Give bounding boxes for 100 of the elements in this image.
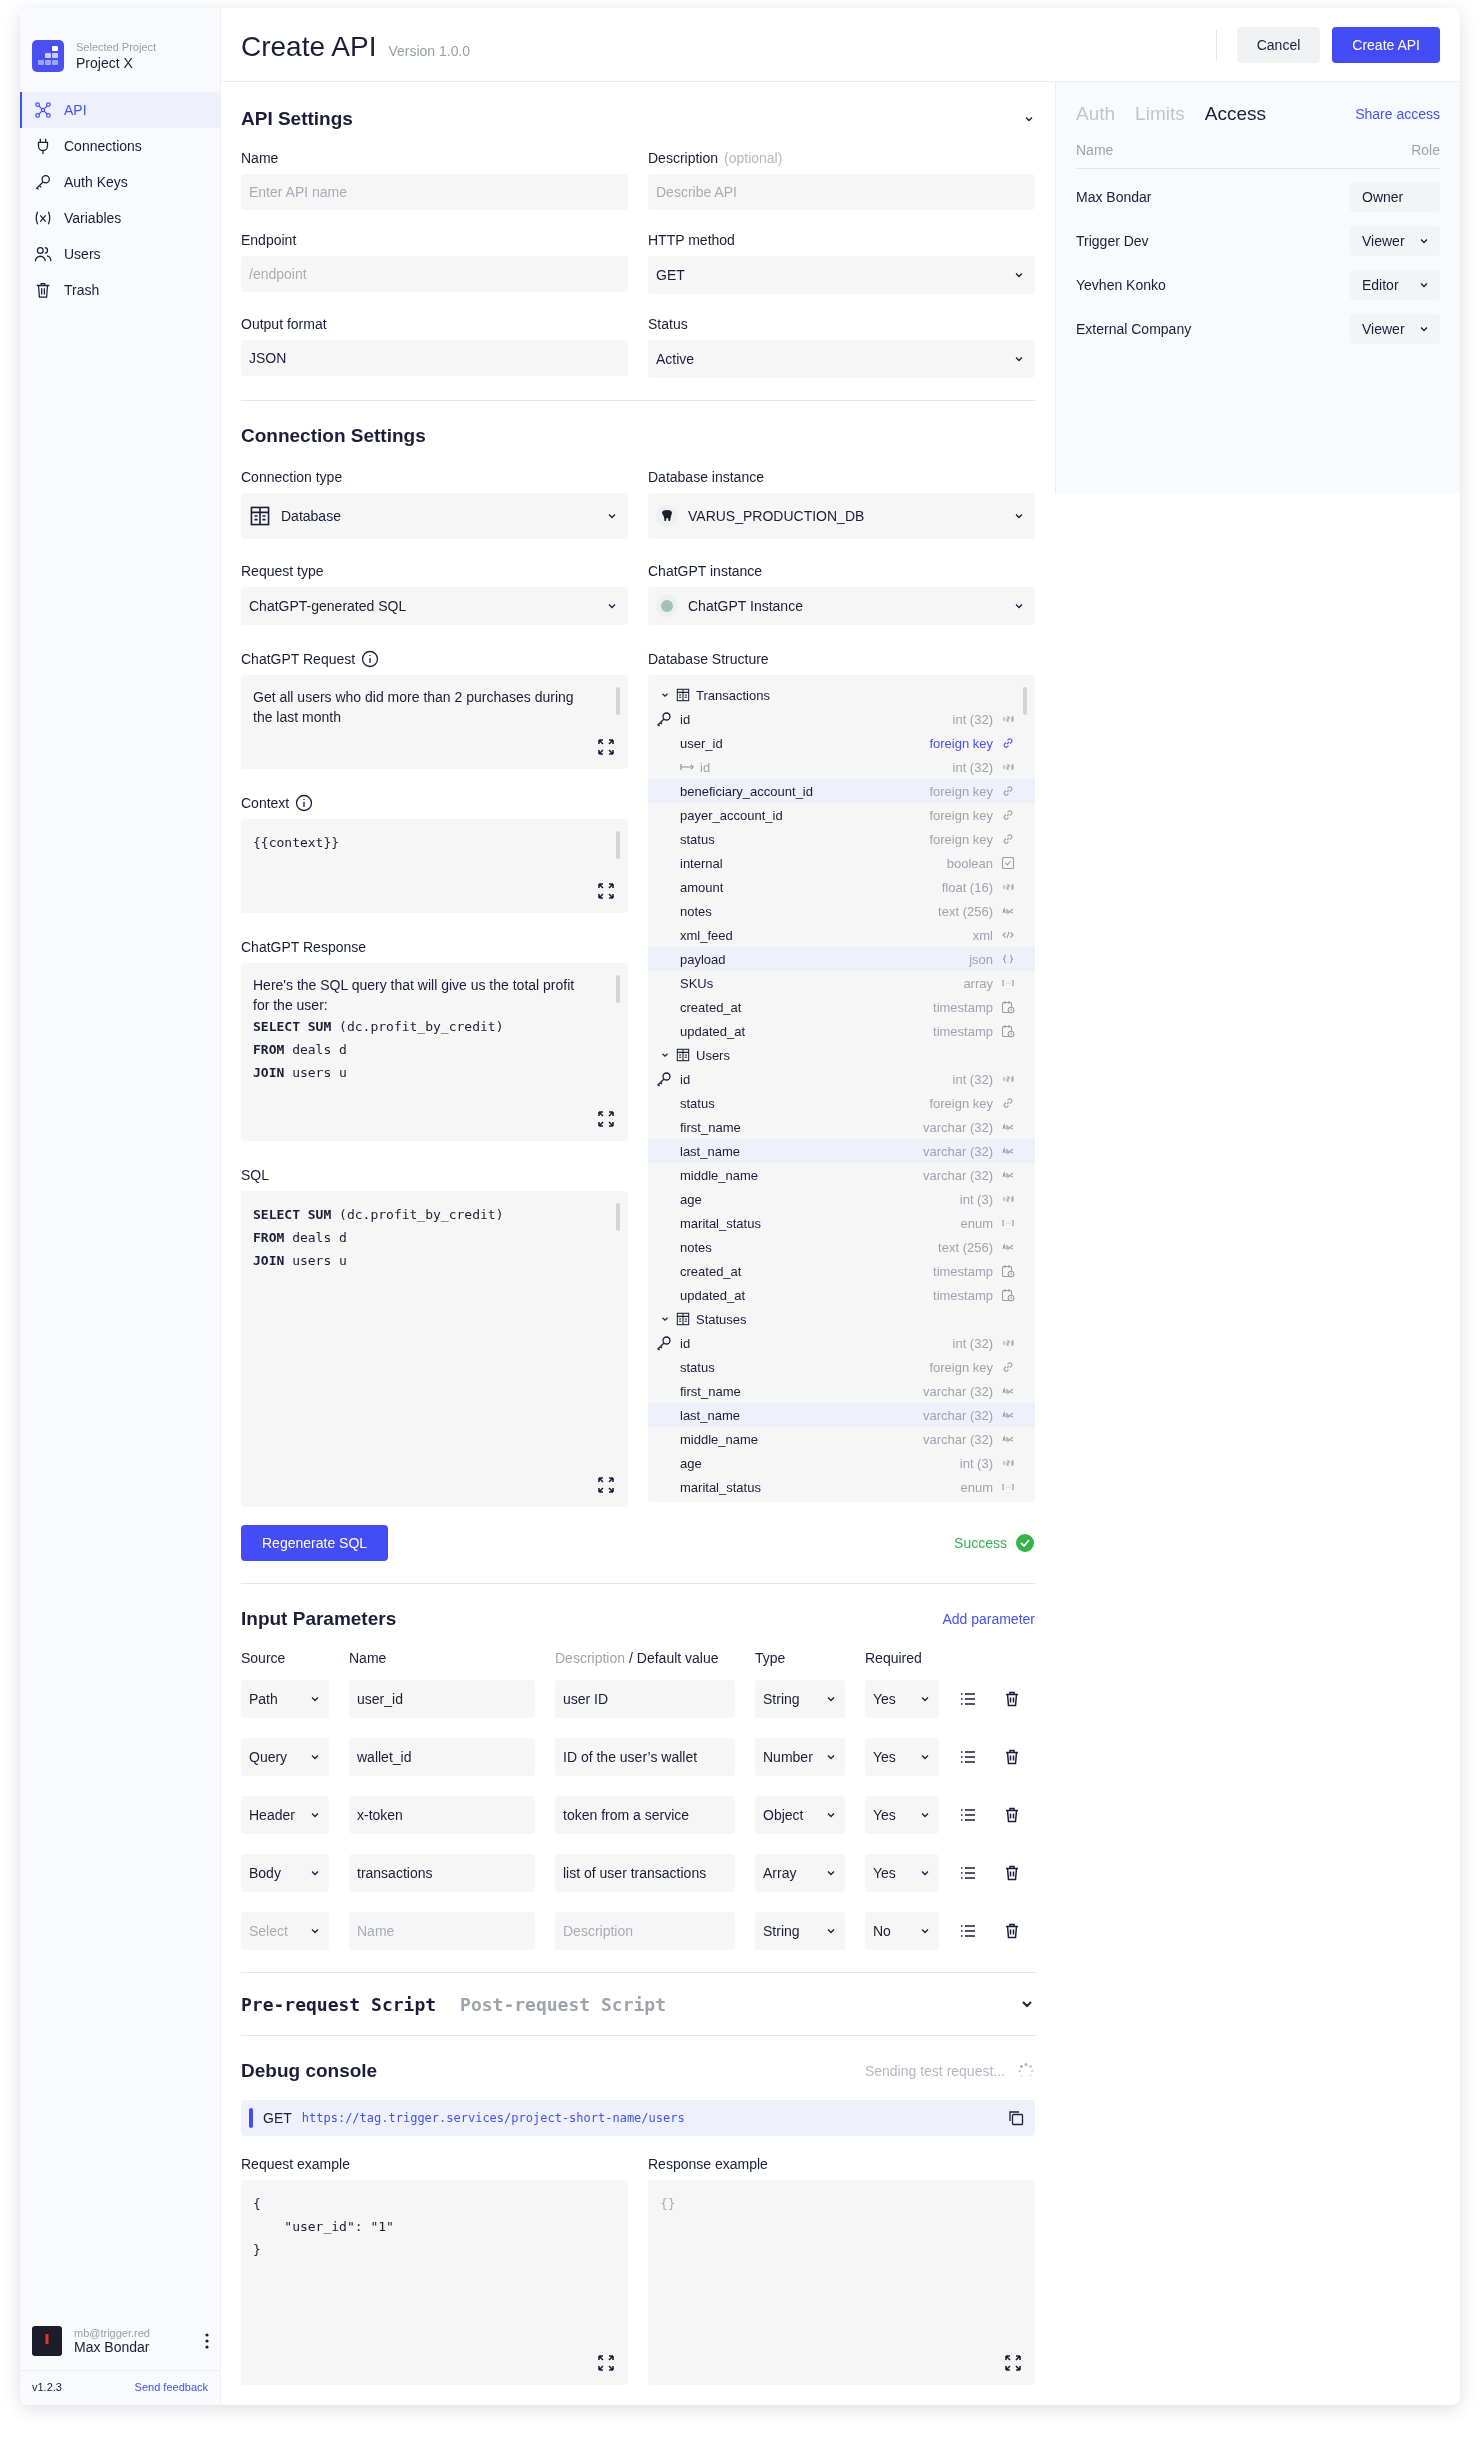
- name-field[interactable]: x-token: [349, 1796, 535, 1834]
- sidebar-item[interactable]: Connections: [20, 128, 220, 164]
- type-select[interactable]: String: [755, 1680, 845, 1718]
- feedback-link[interactable]: Send feedback: [134, 2381, 208, 2393]
- type-select[interactable]: Object: [755, 1796, 845, 1834]
- column-row[interactable]: created_at timestamp: [648, 995, 1035, 1019]
- table-node[interactable]: Transactions: [648, 683, 1035, 707]
- sidebar-item[interactable]: Variables: [20, 200, 220, 236]
- column-row[interactable]: payer_account_id foreign key: [648, 803, 1035, 827]
- column-row[interactable]: created_at timestamp: [648, 1259, 1035, 1283]
- source-select[interactable]: Path: [241, 1680, 329, 1718]
- select-field[interactable]: Database: [241, 493, 628, 539]
- create-button[interactable]: Create API: [1332, 26, 1440, 63]
- list-icon[interactable]: [959, 1922, 977, 1940]
- text-field[interactable]: Describe API: [648, 174, 1035, 210]
- required-select[interactable]: Yes: [865, 1796, 939, 1834]
- text-field[interactable]: Enter API name: [241, 174, 628, 210]
- required-select[interactable]: Yes: [865, 1738, 939, 1776]
- source-select[interactable]: Header: [241, 1796, 329, 1834]
- column-row[interactable]: notes text (256): [648, 899, 1035, 923]
- select-field[interactable]: ChatGPT Instance: [648, 587, 1035, 625]
- more-icon[interactable]: [204, 2332, 210, 2350]
- code-editor[interactable]: SELECT SUM (dc.profit_by_credit) FROM deals d JOIN users u: [241, 1191, 628, 1507]
- column-row[interactable]: marital_status enum: [648, 1211, 1035, 1235]
- column-row[interactable]: marital_status enum: [648, 1475, 1035, 1499]
- share-access-link[interactable]: Share access: [1355, 106, 1440, 122]
- cancel-button[interactable]: Cancel: [1236, 26, 1321, 63]
- name-field[interactable]: Name: [349, 1912, 535, 1950]
- type-select[interactable]: Array: [755, 1854, 845, 1892]
- copy-icon[interactable]: [1007, 2109, 1025, 2127]
- panel-tab[interactable]: Access: [1204, 103, 1266, 125]
- text-field[interactable]: /endpoint: [241, 256, 628, 292]
- column-row[interactable]: id int (32): [648, 1331, 1035, 1355]
- list-icon[interactable]: [959, 1690, 977, 1708]
- column-row[interactable]: user_id foreign key: [648, 731, 1035, 755]
- column-row[interactable]: beneficiary_account_id foreign key: [648, 779, 1035, 803]
- column-row[interactable]: status foreign key: [648, 1355, 1035, 1379]
- sidebar-item[interactable]: Auth Keys: [20, 164, 220, 200]
- trash-icon[interactable]: [1003, 1690, 1021, 1708]
- source-select[interactable]: Query: [241, 1738, 329, 1776]
- list-icon[interactable]: [959, 1806, 977, 1824]
- column-row[interactable]: status foreign key: [648, 827, 1035, 851]
- text-field[interactable]: JSON: [241, 340, 628, 376]
- column-row[interactable]: middle_name varchar (32): [648, 1163, 1035, 1187]
- column-row[interactable]: middle_name varchar (32): [648, 1427, 1035, 1451]
- expand-icon[interactable]: [596, 737, 616, 757]
- role-select[interactable]: Editor: [1350, 270, 1440, 300]
- code-editor[interactable]: {{context}}: [241, 819, 628, 913]
- column-row[interactable]: age int (3): [648, 1451, 1035, 1475]
- type-select[interactable]: String: [755, 1912, 845, 1950]
- script-tab[interactable]: Pre-request Script: [241, 1993, 437, 2015]
- column-row[interactable]: status foreign key: [648, 1091, 1035, 1115]
- info-icon[interactable]: [361, 650, 380, 668]
- column-row[interactable]: payload json: [648, 947, 1035, 971]
- column-row[interactable]: last_name varchar (32): [648, 1139, 1035, 1163]
- column-row[interactable]: updated_at timestamp: [648, 1283, 1035, 1307]
- role-select[interactable]: Viewer: [1350, 226, 1440, 256]
- select-field[interactable]: Active: [648, 340, 1035, 378]
- description-field[interactable]: token from a service: [555, 1796, 735, 1834]
- column-row[interactable]: id int (32): [648, 707, 1035, 731]
- required-select[interactable]: Yes: [865, 1854, 939, 1892]
- role-select[interactable]: Viewer: [1350, 314, 1440, 344]
- column-row[interactable]: id int (32): [648, 1067, 1035, 1091]
- info-icon[interactable]: [295, 794, 314, 812]
- type-select[interactable]: Number: [755, 1738, 845, 1776]
- trash-icon[interactable]: [1003, 1922, 1021, 1940]
- code-editor[interactable]: Get all users who did more than 2 purchases during the last month: [241, 675, 628, 769]
- required-select[interactable]: No: [865, 1912, 939, 1950]
- name-field[interactable]: transactions: [349, 1854, 535, 1892]
- column-row[interactable]: first_name varchar (32): [648, 1115, 1035, 1139]
- code-editor[interactable]: Here's the SQL query that will give us the total profit for the user: SELECT SUM (dc.profit_by_credit) FROM deals d JOIN users u: [241, 963, 628, 1141]
- request-url[interactable]: https://tag.trigger.services/project-short-name/users: [301, 2111, 997, 2125]
- expand-icon[interactable]: [596, 881, 616, 901]
- list-icon[interactable]: [959, 1748, 977, 1766]
- list-icon[interactable]: [959, 1864, 977, 1882]
- column-row[interactable]: internal boolean: [648, 851, 1035, 875]
- trash-icon[interactable]: [1003, 1864, 1021, 1882]
- column-row[interactable]: amount float (16): [648, 875, 1035, 899]
- expand-icon[interactable]: [596, 1475, 616, 1495]
- sidebar-item[interactable]: Users: [20, 236, 220, 272]
- expand-icon[interactable]: [1003, 2353, 1023, 2373]
- column-row[interactable]: updated_at timestamp: [648, 1019, 1035, 1043]
- table-node[interactable]: Statuses: [648, 1307, 1035, 1331]
- description-field[interactable]: Description: [555, 1912, 735, 1950]
- name-field[interactable]: user_id: [349, 1680, 535, 1718]
- description-field[interactable]: ID of the user’s wallet: [555, 1738, 735, 1776]
- sidebar-item[interactable]: API: [20, 92, 220, 128]
- select-field[interactable]: VARUS_PRODUCTION_DB: [648, 493, 1035, 539]
- add-parameter-link[interactable]: Add parameter: [942, 1611, 1035, 1627]
- trash-icon[interactable]: [1003, 1806, 1021, 1824]
- select-field[interactable]: ChatGPT-generated SQL: [241, 587, 628, 625]
- select-field[interactable]: GET: [648, 256, 1035, 294]
- role-select[interactable]: Owner: [1350, 182, 1440, 212]
- name-field[interactable]: wallet_id: [349, 1738, 535, 1776]
- expand-icon[interactable]: [596, 2353, 616, 2373]
- column-row[interactable]: first_name varchar (32): [648, 1379, 1035, 1403]
- sidebar-item[interactable]: Trash: [20, 272, 220, 308]
- table-node[interactable]: Users: [648, 1043, 1035, 1067]
- description-field[interactable]: list of user transactions: [555, 1854, 735, 1892]
- column-row[interactable]: notes text (256): [648, 1235, 1035, 1259]
